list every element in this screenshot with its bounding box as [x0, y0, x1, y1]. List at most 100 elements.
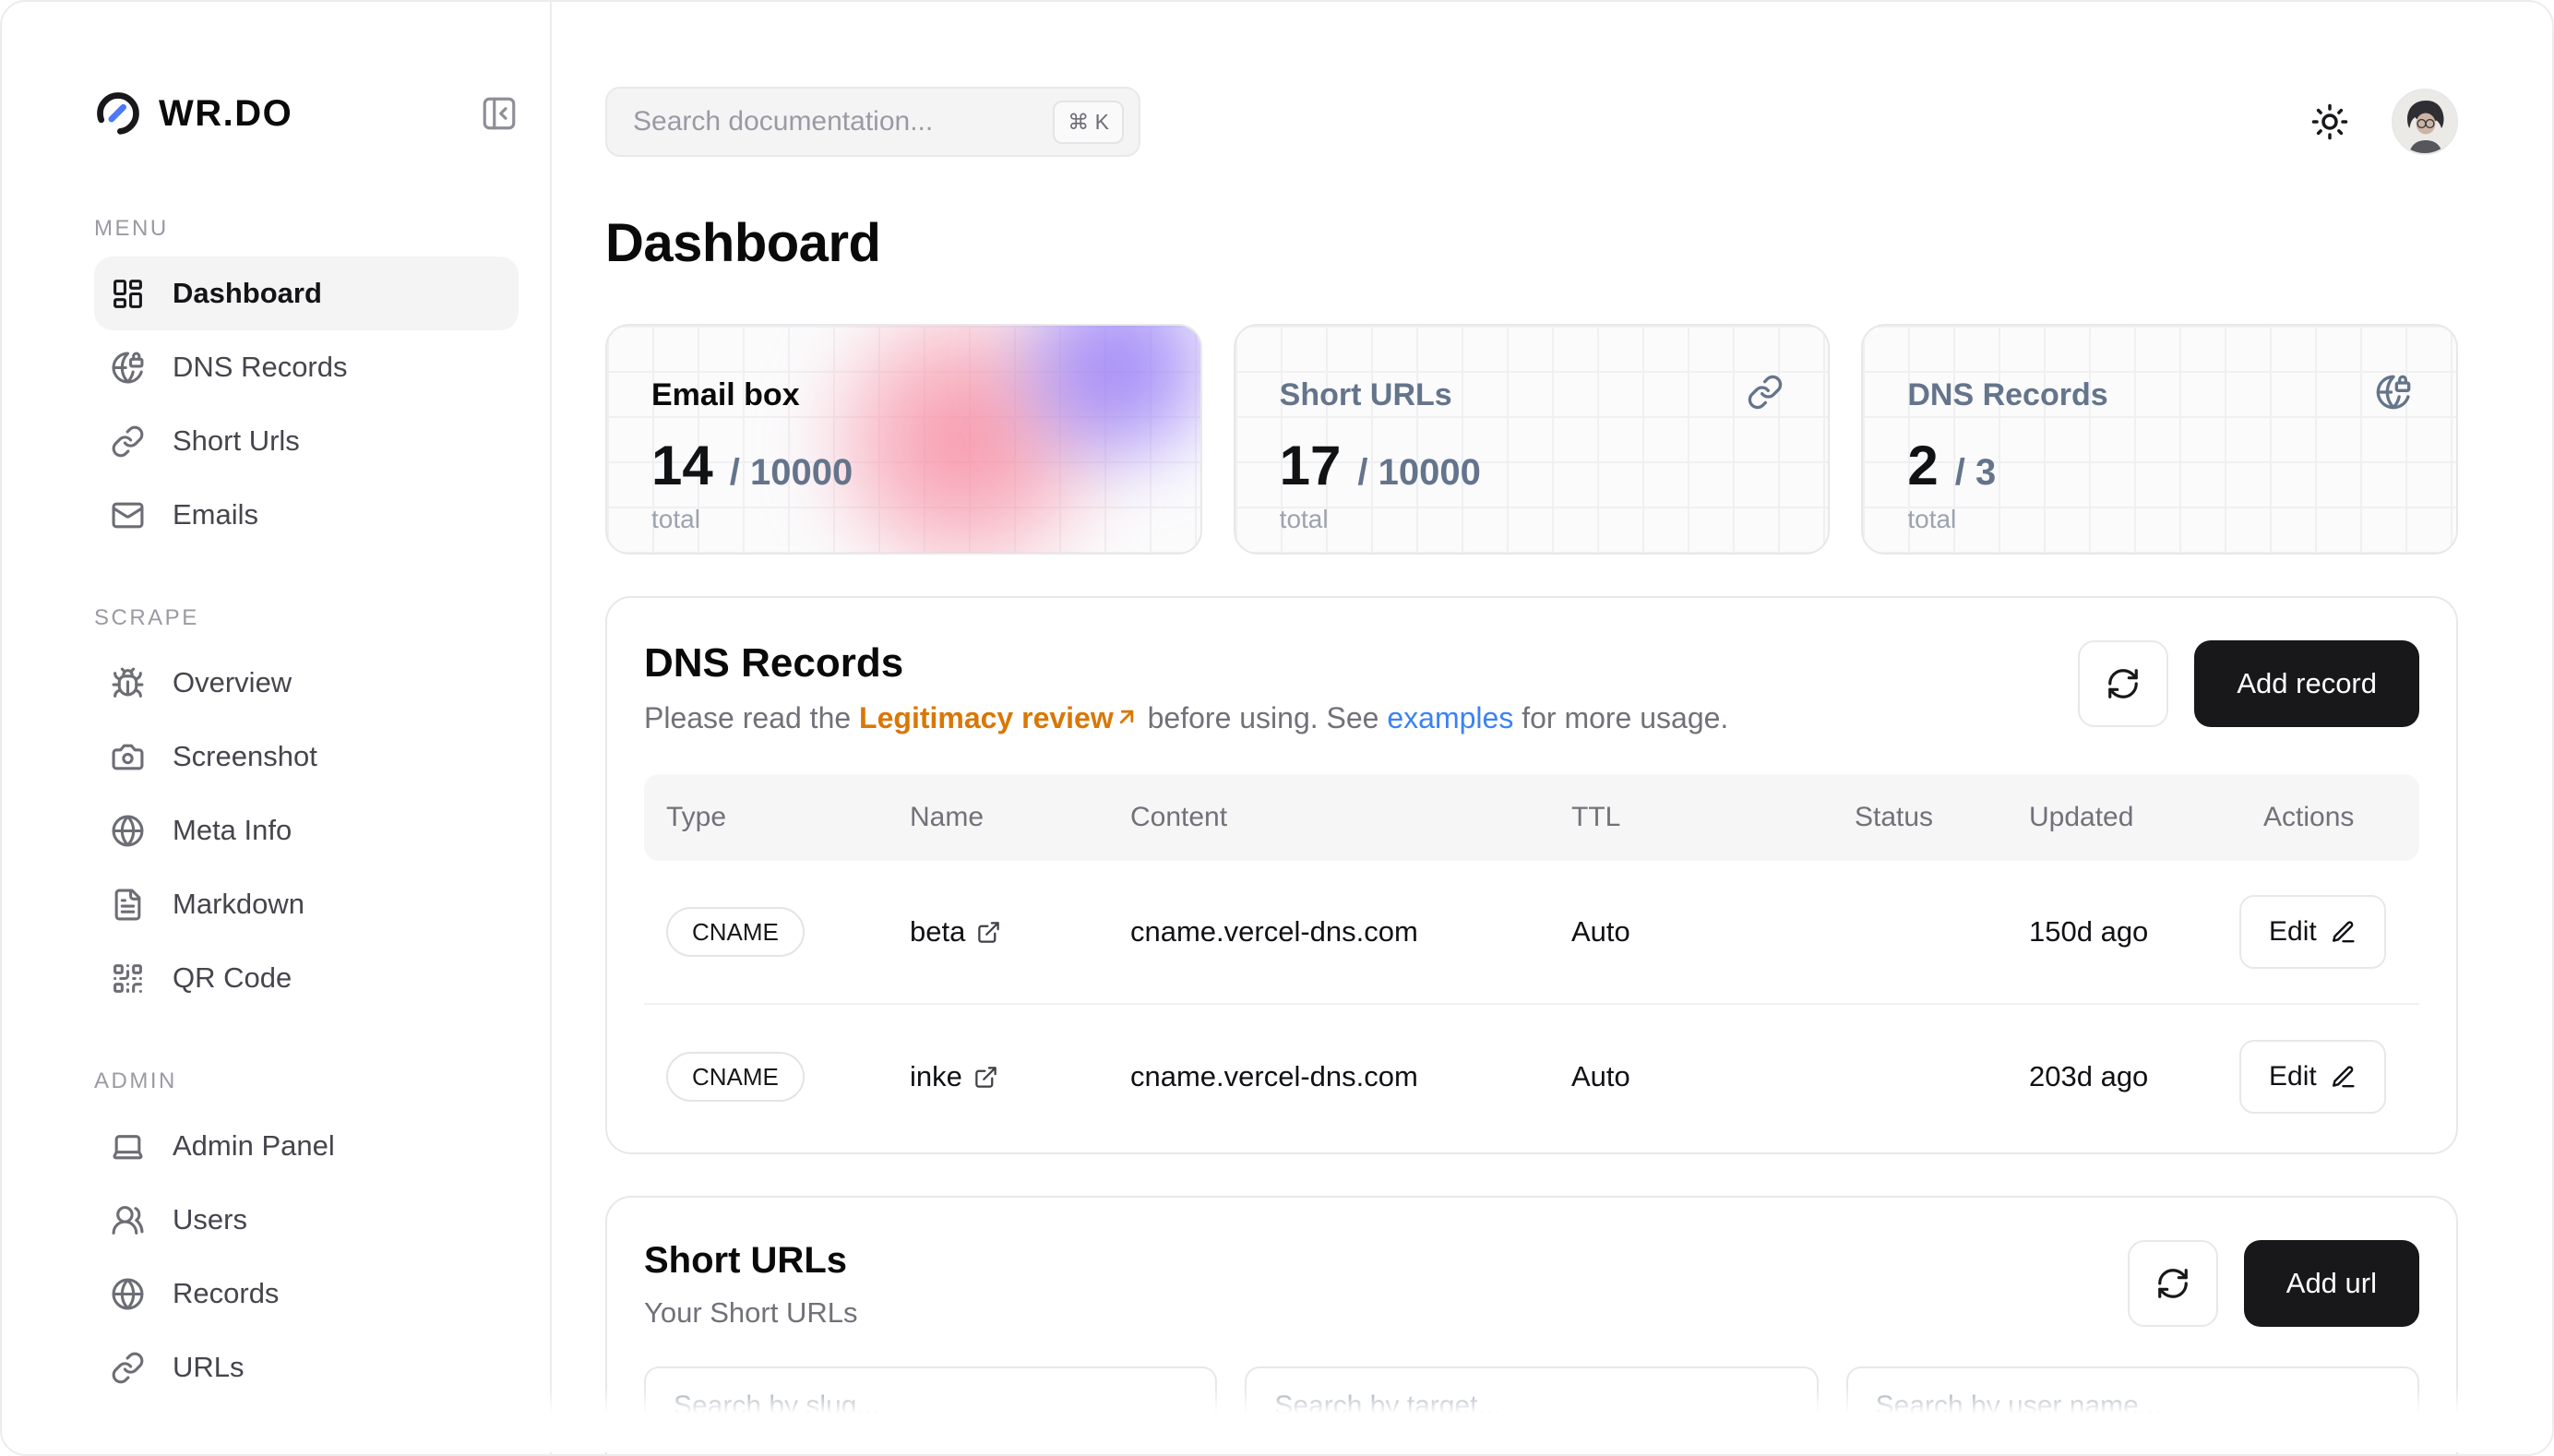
- column-header-updated: Updated: [2029, 802, 2263, 833]
- sidebar-item-dns-records[interactable]: DNS Records: [94, 330, 519, 404]
- sidebar-item-label: DNS Records: [173, 351, 348, 384]
- record-updated: 203d ago: [2029, 1060, 2263, 1093]
- topbar-actions: [2310, 89, 2458, 155]
- description-text: for more usage.: [1513, 701, 1728, 734]
- sidebar-item-users[interactable]: Users: [94, 1183, 519, 1257]
- table-row: CNAME beta cname.vercel-dns.com Auto 150…: [644, 861, 2419, 1005]
- external-link-icon: [973, 1065, 998, 1090]
- sidebar-scrape-list: Overview Screenshot Meta Info Markdown Q…: [94, 646, 519, 1015]
- globe-lock-icon: [111, 351, 145, 385]
- sidebar-item-emails[interactable]: Emails: [94, 478, 519, 552]
- sidebar-item-dashboard[interactable]: Dashboard: [94, 257, 519, 330]
- column-header-name: Name: [910, 802, 1130, 833]
- arrow-up-right-icon: [1114, 704, 1140, 730]
- sidebar-item-qr-code[interactable]: QR Code: [94, 941, 519, 1015]
- sidebar-item-markdown[interactable]: Markdown: [94, 867, 519, 941]
- link-icon: [111, 1351, 145, 1385]
- stat-cards-row: Email box 14 / 10000 total Short URLs 17…: [605, 324, 2458, 555]
- legitimacy-review-link[interactable]: Legitimacy review: [859, 701, 1114, 734]
- stat-card-value: 17: [1280, 434, 1342, 497]
- sidebar-item-label: Admin Panel: [173, 1129, 335, 1163]
- short-urls-filters: [644, 1366, 2419, 1446]
- short-urls-panel-subtitle: Your Short URLs: [644, 1296, 857, 1330]
- sidebar-item-label: Records: [173, 1277, 279, 1310]
- stat-card-email-box: Email box 14 / 10000 total: [605, 324, 1202, 555]
- add-record-button[interactable]: Add record: [2194, 640, 2419, 727]
- app-window: WR.DO MENU Dashboard DNS Records Short U…: [0, 0, 2554, 1456]
- edit-button-label: Edit: [2269, 1061, 2317, 1092]
- refresh-button[interactable]: [2128, 1240, 2218, 1327]
- sidebar-item-overview[interactable]: Overview: [94, 646, 519, 720]
- add-url-button[interactable]: Add url: [2244, 1240, 2419, 1327]
- description-text: before using. See: [1140, 701, 1388, 734]
- sun-icon[interactable]: [2310, 102, 2349, 141]
- refresh-icon: [2155, 1266, 2190, 1301]
- refresh-button[interactable]: [2078, 640, 2168, 727]
- sidebar: WR.DO MENU Dashboard DNS Records Short U…: [2, 2, 552, 1454]
- sidebar-admin-list: Admin Panel Users Records URLs: [94, 1109, 519, 1404]
- record-content: cname.vercel-dns.com: [1130, 1060, 1571, 1093]
- sidebar-collapse-icon[interactable]: [480, 94, 519, 133]
- column-header-type: Type: [666, 802, 910, 833]
- sidebar-item-label: Emails: [173, 498, 258, 531]
- sidebar-item-records[interactable]: Records: [94, 1257, 519, 1331]
- layout-dashboard-icon: [111, 277, 145, 311]
- dns-records-table: Type Name Content TTL Status Updated Act…: [644, 774, 2419, 1149]
- globe-icon: [111, 1277, 145, 1311]
- short-urls-panel: Short URLs Your Short URLs Add url: [605, 1196, 2458, 1454]
- column-header-content: Content: [1130, 802, 1571, 833]
- sidebar-section-scrape: SCRAPE: [94, 605, 519, 631]
- stat-card-value: 2: [1907, 434, 1938, 497]
- search-by-slug-input[interactable]: [644, 1366, 1217, 1446]
- search-input[interactable]: [633, 106, 1053, 137]
- column-header-ttl: TTL: [1571, 802, 1855, 833]
- toggle-knob: [1784, 921, 1823, 960]
- sidebar-item-label: Short Urls: [173, 424, 300, 458]
- sidebar-item-screenshot[interactable]: Screenshot: [94, 720, 519, 794]
- users-icon: [111, 1203, 145, 1237]
- record-content: cname.vercel-dns.com: [1130, 915, 1571, 949]
- record-type-badge: CNAME: [666, 907, 805, 957]
- external-link-icon: [976, 920, 1001, 945]
- refresh-icon: [2106, 666, 2141, 701]
- short-urls-panel-title: Short URLs: [644, 1240, 857, 1282]
- sidebar-item-short-urls[interactable]: Short Urls: [94, 404, 519, 478]
- record-name-link[interactable]: beta: [910, 915, 1130, 949]
- sidebar-item-admin-panel[interactable]: Admin Panel: [94, 1109, 519, 1183]
- dns-panel-title: DNS Records: [644, 640, 1728, 686]
- sidebar-item-meta-info[interactable]: Meta Info: [94, 794, 519, 867]
- topbar: ⌘ K: [605, 87, 2458, 157]
- toggle-knob: [1784, 1066, 1823, 1104]
- gauge-logo-icon: [94, 90, 142, 137]
- user-avatar[interactable]: [2392, 89, 2458, 155]
- sidebar-item-label: QR Code: [173, 961, 292, 995]
- examples-link[interactable]: examples: [1387, 701, 1513, 734]
- main-content: ⌘ K Dashb: [552, 2, 2552, 1454]
- sidebar-item-label: Dashboard: [173, 277, 322, 310]
- description-text: Please read the: [644, 701, 859, 734]
- stat-card-limit: / 3: [1955, 452, 1996, 494]
- file-text-icon: [111, 888, 145, 922]
- edit-button[interactable]: Edit: [2239, 895, 2386, 969]
- column-header-status: Status: [1855, 802, 2029, 833]
- search-by-target-input[interactable]: [1245, 1366, 1818, 1446]
- brand-name: WR.DO: [159, 93, 292, 135]
- dns-records-panel: DNS Records Please read the Legitimacy r…: [605, 596, 2458, 1154]
- stat-card-caption: total: [1280, 505, 1784, 534]
- brand-logo: WR.DO: [94, 87, 519, 140]
- edit-button[interactable]: Edit: [2239, 1040, 2386, 1114]
- stat-card-value: 14: [651, 434, 713, 497]
- link-icon: [111, 424, 145, 459]
- record-name-link[interactable]: inke: [910, 1060, 1130, 1093]
- sidebar-item-urls[interactable]: URLs: [94, 1331, 519, 1404]
- sidebar-item-label: Users: [173, 1203, 247, 1236]
- table-row: CNAME inke cname.vercel-dns.com Auto 203…: [644, 1005, 2419, 1149]
- record-type-badge: CNAME: [666, 1052, 805, 1102]
- stat-card-caption: total: [1907, 505, 2412, 534]
- search-by-user-name-input[interactable]: [1846, 1366, 2419, 1446]
- dns-panel-description: Please read the Legitimacy review before…: [644, 701, 1728, 735]
- sidebar-item-label: Screenshot: [173, 740, 317, 773]
- sidebar-section-admin: ADMIN: [94, 1068, 519, 1094]
- pencil-icon: [2330, 919, 2357, 946]
- stat-card-limit: / 10000: [1357, 452, 1480, 494]
